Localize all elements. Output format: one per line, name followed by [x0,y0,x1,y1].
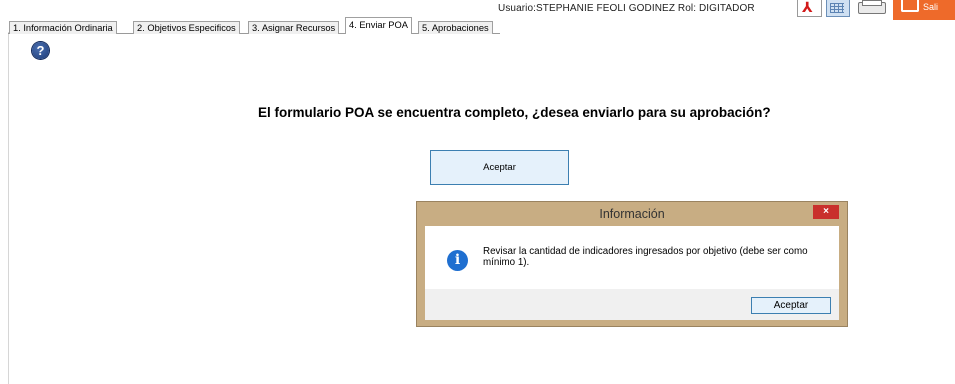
exit-label: Sali [923,2,939,12]
tab-asignar-recursos[interactable]: 3. Asignar Recursos [248,21,340,34]
help-icon[interactable]: ? [32,42,49,59]
submit-prompt: El formulario POA se encuentra completo,… [258,105,771,120]
user-info: Usuario:STEPHANIE FEOLI GODINEZ Rol: DIG… [498,3,755,14]
pdf-export-icon[interactable]: ⅄ [797,0,822,17]
pdf-glyph-icon: ⅄ [802,0,813,15]
print-icon[interactable] [858,0,886,18]
exit-icon [901,0,919,12]
dialog-accept-button[interactable]: Aceptar [751,297,831,314]
dialog-content: i Revisar la cantidad de indicadores ing… [425,226,839,289]
dialog-footer: Aceptar [425,289,839,320]
window-left-border [8,32,9,384]
tab-informacion-ordinaria[interactable]: 1. Información Ordinaria [9,21,117,34]
excel-export-icon[interactable] [824,0,852,18]
dialog-title: Información [599,207,665,221]
tab-enviar-poa[interactable]: 4. Enviar POA [345,17,412,35]
grid-icon [830,3,844,13]
tab-aprobaciones[interactable]: 5. Aprobaciones [418,21,493,34]
dialog-message: Revisar la cantidad de indicadores ingre… [483,246,808,268]
accept-button[interactable]: Aceptar [430,150,569,185]
exit-button[interactable]: Sali [893,0,955,20]
information-dialog: Información × i Revisar la cantidad de i… [416,201,848,327]
info-icon: i [447,250,468,271]
printer-paper-icon [862,0,882,6]
tab-objetivos-especificos[interactable]: 2. Objetivos Especificos [133,21,240,34]
dialog-close-button[interactable]: × [813,205,839,219]
